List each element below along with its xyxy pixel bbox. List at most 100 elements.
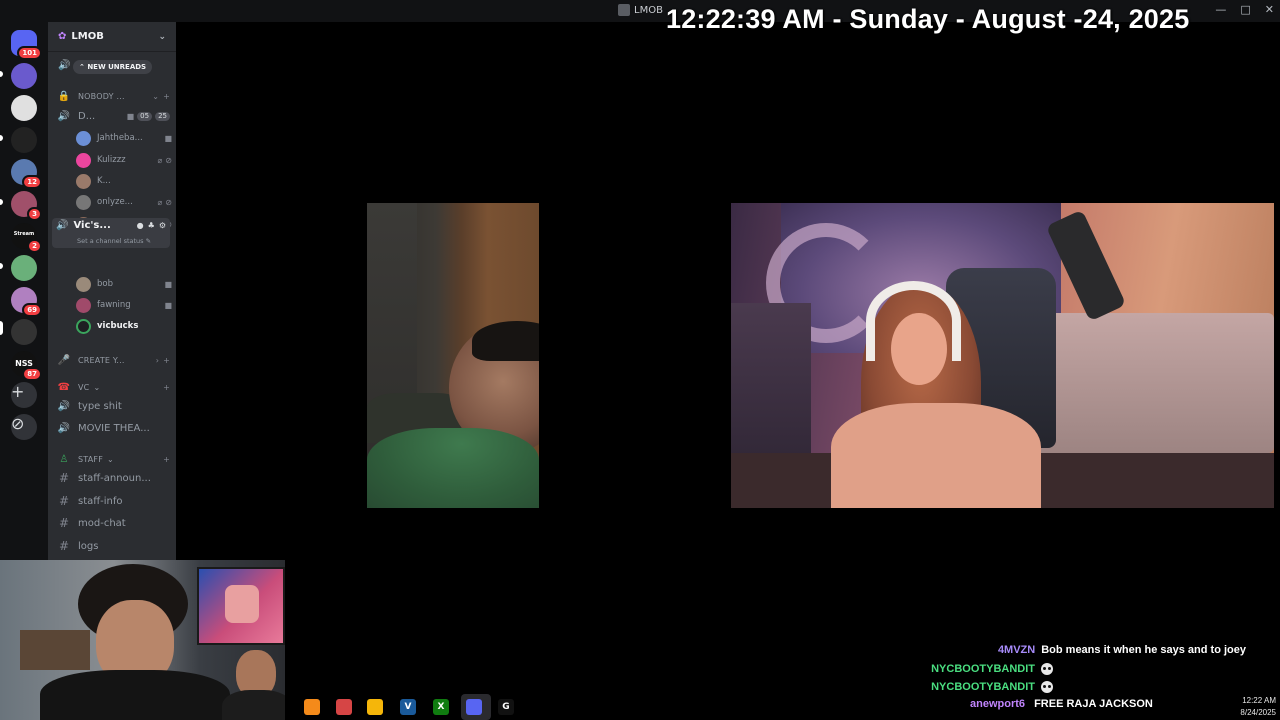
voice-channel-d[interactable]: 🔊 D... ■ 05 25	[56, 106, 170, 126]
chat-bubble-icon[interactable]: ●	[137, 221, 144, 230]
obs-taskbar-icon[interactable]	[336, 699, 352, 715]
video-icon: ■	[164, 300, 172, 310]
new-unreads-button[interactable]: ⌃ NEW UNREADS	[73, 60, 153, 74]
add-channel-icon[interactable]: +	[163, 92, 170, 101]
xbox-taskbar-icon[interactable]: X	[433, 699, 449, 715]
voice-user[interactable]: Jahtheba... ■	[76, 128, 172, 148]
vegas-taskbar-icon[interactable]: V	[400, 699, 416, 715]
system-time: 12:22 AM	[1242, 696, 1276, 705]
unread-pill	[0, 199, 3, 205]
gear-icon[interactable]: ⚙	[159, 221, 166, 230]
maximize-button[interactable]: □	[1240, 3, 1250, 16]
video-icon: ■	[164, 133, 172, 143]
selected-pill	[0, 321, 3, 335]
category-label: NOBODY ...	[78, 91, 125, 101]
server-icon-server-stream[interactable]: Stream 2	[11, 223, 42, 253]
chat-message: anewport6 FREE RAJA JACKSON	[970, 698, 1153, 710]
server-icon-server-6[interactable]: 3	[11, 191, 42, 221]
chevron-down-icon: ⌄	[152, 91, 160, 101]
voice-channel-movie[interactable]: 🔊 MOVIE THEA...	[56, 418, 170, 438]
channel-label: logs	[78, 540, 99, 552]
system-clock[interactable]: 12:22 AM 8/24/2025	[1240, 695, 1276, 719]
server-icon-server-4[interactable]	[11, 127, 37, 153]
voice-user[interactable]: bob ■	[76, 274, 172, 294]
chat-text: FREE RAJA JACKSON	[1034, 698, 1153, 710]
server-icon-server-3[interactable]	[11, 95, 37, 121]
close-button[interactable]: ✕	[1265, 3, 1274, 16]
video-background	[1031, 313, 1274, 453]
voice-user[interactable]: vicbucks	[76, 316, 172, 336]
chat-message: 4MVZN Bob means it when he says and to jo…	[806, 641, 1246, 660]
skull-emoji-icon	[1041, 681, 1053, 694]
active-channel-label: Vic's...	[73, 220, 111, 231]
unread-pill	[0, 71, 3, 77]
add-channel-icon[interactable]: +	[163, 356, 170, 365]
category-label: STAFF	[78, 454, 104, 464]
active-voice-channel[interactable]: 🔊 Vic's... ● ♣ ⚙ Set a channel status ✎	[52, 218, 170, 248]
add-channel-icon[interactable]: +	[163, 455, 170, 464]
text-channel[interactable]: # logs	[56, 536, 170, 556]
server-icon-discord-home[interactable]: 101	[11, 30, 42, 60]
chat-username: NYCBOOTYBANDIT	[931, 681, 1035, 694]
username: vicbucks	[97, 321, 139, 331]
store-taskbar-icon[interactable]	[367, 699, 383, 715]
server-icon-server-nss[interactable]: NSS 87	[11, 351, 42, 381]
voice-user[interactable]: fawning ■	[76, 295, 172, 315]
add-server-button[interactable]: +	[11, 382, 37, 408]
username: onlyze...	[97, 197, 133, 207]
category-create[interactable]: 🎤 CREATE Y... › +	[56, 350, 170, 370]
category-nobody[interactable]: 🔒 NOBODY ... ⌄ +	[56, 86, 170, 106]
invite-icon[interactable]: ♣	[148, 221, 155, 230]
username: K...	[97, 176, 111, 186]
video-tile-left[interactable]	[367, 203, 539, 508]
window-app-title: LMOB	[618, 4, 663, 16]
deafened-icon: ⊘	[165, 197, 172, 207]
video-icon: ■	[126, 111, 135, 121]
video-person	[866, 281, 961, 361]
channel-status-prompt[interactable]: Set a channel status	[77, 237, 144, 245]
webcam-background	[20, 630, 90, 670]
hashtag-icon: #	[58, 494, 70, 508]
chat-text: Bob means it when he says and to joey	[1041, 644, 1246, 657]
voice-user[interactable]: onlyze... ⌀ ⊘	[76, 192, 172, 212]
video-tile-right[interactable]	[731, 203, 1274, 508]
chevron-down-icon: ⌄	[158, 31, 166, 42]
voice-channel-type-shit[interactable]: 🔊 type shit	[56, 396, 170, 416]
hashtag-icon: #	[58, 471, 70, 485]
user-count-badge: 05	[137, 111, 153, 121]
text-channel[interactable]: # staff-info	[56, 491, 170, 511]
new-unreads-label: NEW UNREADS	[87, 63, 147, 71]
server-icon-server-5[interactable]: 12	[11, 159, 42, 189]
voice-user[interactable]: Kulizzz ⌀ ⊘	[76, 150, 172, 170]
webcam-overlay	[0, 560, 285, 720]
chevron-down-icon: ⌄	[93, 382, 101, 392]
add-channel-icon[interactable]: +	[163, 383, 170, 392]
fl-studio-taskbar-icon[interactable]	[304, 699, 320, 715]
voice-user[interactable]: K...	[76, 171, 172, 191]
server-icon-server-2[interactable]	[11, 63, 37, 89]
username: bob	[97, 279, 113, 289]
discover-button[interactable]: ⊘	[11, 414, 37, 440]
server-icon-server-8[interactable]	[11, 255, 37, 281]
category-staff[interactable]: ♙ STAFF ⌄ +	[56, 449, 170, 469]
category-label: VC	[78, 382, 90, 392]
guild-header[interactable]: ✿ LMOB ⌄	[48, 22, 176, 52]
discord-taskbar-icon[interactable]	[466, 699, 482, 715]
chat-username: 4MVZN	[997, 644, 1036, 657]
category-vc[interactable]: ☎ VC ⌄ +	[56, 377, 170, 397]
skull-emoji-icon	[1041, 662, 1053, 675]
avatar	[76, 152, 91, 168]
chevron-right-icon: ›	[155, 355, 160, 365]
hashtag-icon: #	[58, 539, 70, 553]
channel-label: staff-announ...	[78, 472, 151, 484]
person-icon: ♙	[59, 453, 69, 465]
text-channel[interactable]: # mod-chat	[56, 513, 170, 533]
text-channel[interactable]: # staff-announ...	[56, 468, 170, 488]
chat-message: NYCBOOTYBANDIT	[806, 660, 1246, 679]
minimize-button[interactable]: —	[1215, 3, 1226, 16]
chat-message: NYCBOOTYBANDIT	[806, 678, 1246, 697]
server-icon-server-10[interactable]	[11, 319, 37, 345]
chat-username: NYCBOOTYBANDIT	[931, 662, 1035, 675]
server-icon-server-9[interactable]: 69	[11, 287, 42, 317]
logitech-taskbar-icon[interactable]: G	[498, 699, 514, 715]
